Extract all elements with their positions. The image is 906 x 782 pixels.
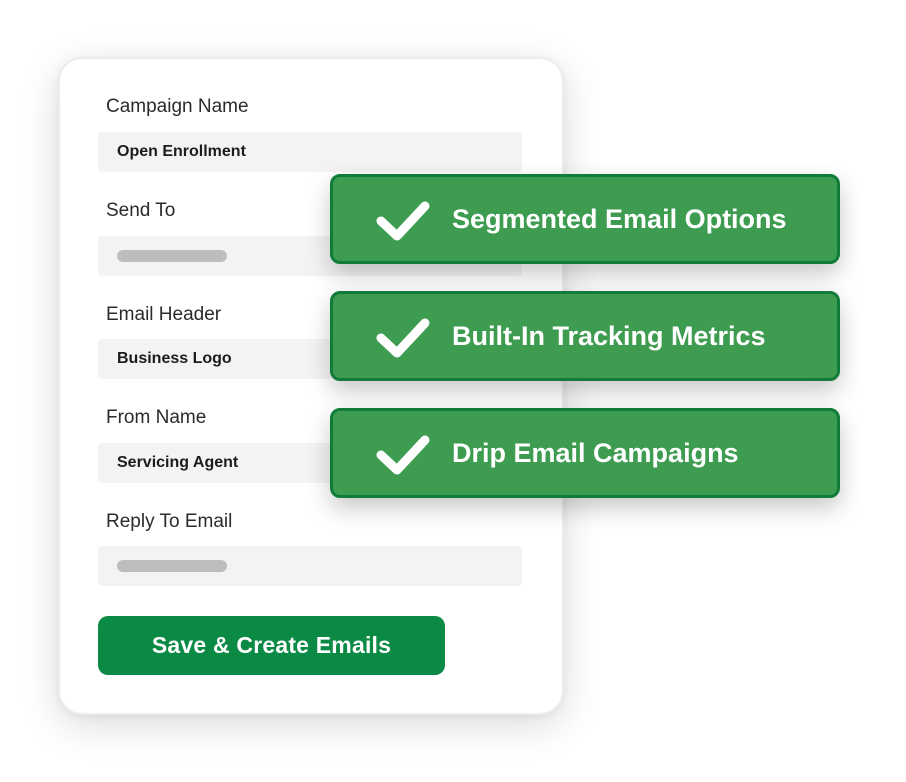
send-to-placeholder-bar — [117, 250, 227, 262]
from-name-value: Servicing Agent — [117, 454, 239, 471]
campaign-form-card: Campaign Name Open Enrollment Send To Em… — [58, 57, 564, 715]
feature-badge-segmented: Segmented Email Options — [330, 174, 840, 264]
feature-badge-tracking: Built-In Tracking Metrics — [330, 291, 840, 381]
reply-to-placeholder-bar — [117, 560, 227, 572]
campaign-name-input[interactable]: Open Enrollment — [98, 132, 522, 172]
from-name-label: From Name — [106, 407, 207, 428]
feature-label: Drip Email Campaigns — [452, 437, 739, 468]
feature-label: Built-In Tracking Metrics — [452, 320, 766, 351]
checkmark-icon — [376, 201, 430, 241]
email-header-label: Email Header — [106, 304, 222, 325]
save-create-emails-button[interactable]: Save & Create Emails — [98, 616, 445, 675]
send-to-label: Send To — [106, 200, 176, 221]
marketing-illustration: Campaign Name Open Enrollment Send To Em… — [0, 0, 906, 782]
email-header-value: Business Logo — [117, 350, 232, 367]
feature-label: Segmented Email Options — [452, 203, 787, 234]
campaign-name-label: Campaign Name — [106, 96, 249, 117]
reply-to-email-input[interactable] — [98, 546, 522, 586]
feature-badge-drip: Drip Email Campaigns — [330, 408, 840, 498]
reply-to-email-label: Reply To Email — [106, 511, 233, 532]
checkmark-icon — [376, 318, 430, 358]
checkmark-icon — [376, 435, 430, 475]
campaign-name-value: Open Enrollment — [117, 143, 246, 160]
